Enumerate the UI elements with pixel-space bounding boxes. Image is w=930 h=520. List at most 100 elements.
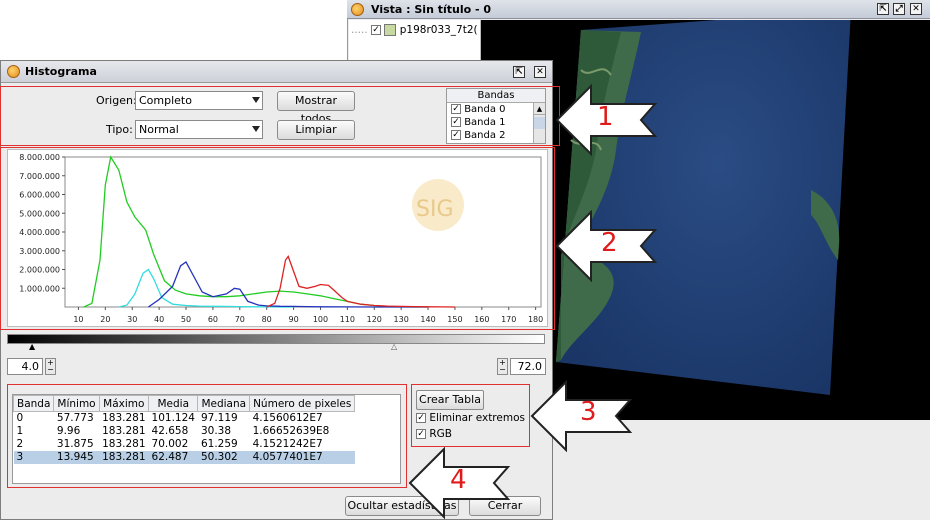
table-row[interactable]: 0 57.773 183.281 101.124 97.119 4.1560612E7: [14, 412, 355, 425]
stats-table: Banda Mínimo Máximo Media Mediana Número de p…: [12, 394, 401, 484]
table-row[interactable]: 2 31.875 183.281 70.002 61.259 4.1521242E7: [14, 438, 355, 451]
callout-number-3: 3: [580, 397, 597, 427]
table-header[interactable]: Media: [148, 395, 199, 412]
x-tick-label: 100: [313, 315, 328, 324]
app-icon: [7, 65, 20, 78]
y-tick-label: 4.000.000: [19, 228, 60, 237]
x-tick-label: 10: [73, 315, 83, 324]
y-tick-label: 1.000.000: [19, 284, 60, 293]
create-table-button[interactable]: Crear Tabla: [416, 390, 484, 410]
min-stepper[interactable]: + −: [45, 358, 56, 375]
table-cell: 42.658: [151, 425, 189, 437]
layer-checkbox[interactable]: ✓: [371, 25, 382, 35]
close-icon[interactable]: ✕: [534, 66, 546, 78]
histogram-plot: SIG 1.000.000 2.000.000 3.000.000 4.000.000 5…: [19, 153, 543, 324]
table-cell: 30.38: [200, 425, 232, 437]
origen-select[interactable]: Completo: [135, 91, 263, 110]
callout-number-2: 2: [601, 228, 618, 258]
table-cell: 97.119: [200, 412, 238, 425]
table-cell: 62.487: [148, 450, 198, 464]
layer-item[interactable]: ..... ✓ p198r033_7t2(: [351, 24, 478, 36]
table-cell: 183.281: [102, 412, 146, 425]
table-header[interactable]: Banda: [12, 395, 55, 412]
table-header[interactable]: Máximo: [98, 395, 150, 412]
x-tick-label: 120: [367, 315, 382, 324]
show-all-button[interactable]: Mostrar todos: [277, 91, 355, 125]
eliminate-extremes-label: Eliminar extremos: [429, 412, 525, 424]
table-header[interactable]: Mediana: [197, 395, 251, 412]
table-cell: 183.281: [99, 450, 149, 464]
range-gradient-bar[interactable]: [7, 334, 545, 344]
maximize-icon[interactable]: ⤢: [893, 3, 905, 15]
band-item-0[interactable]: ✓ Banda 0: [447, 103, 545, 116]
origen-value: Completo: [139, 94, 192, 107]
eliminate-extremes-checkbox[interactable]: ✓ Eliminar extremos: [416, 412, 525, 424]
min-handle-icon[interactable]: ▲: [29, 342, 35, 351]
band-label: Banda 1: [464, 117, 506, 128]
checkbox-icon[interactable]: ✓: [416, 429, 426, 439]
app-icon: [351, 3, 364, 16]
bands-header: Bandas: [447, 89, 545, 103]
plot-area: [64, 156, 542, 308]
rgb-label: RGB: [429, 428, 452, 440]
table-cell: 3: [13, 450, 54, 464]
table-cell: 183.281: [102, 438, 146, 450]
tipo-value: Normal: [139, 123, 179, 136]
x-tick-label: 30: [127, 315, 137, 324]
x-tick-label: 90: [288, 315, 298, 324]
watermark-text: SIG: [416, 197, 454, 222]
x-tick-label: 20: [100, 315, 110, 324]
min-spinner[interactable]: 4.0: [7, 358, 43, 375]
layer-name: p198r033_7t2(: [399, 24, 478, 36]
y-tick-label: 2.000.000: [19, 266, 60, 275]
x-tick-label: 160: [474, 315, 489, 324]
y-tick-label: 5.000.000: [19, 209, 60, 218]
bands-list: Bandas ✓ Banda 0 ✓ Banda 1 ✓ Banda 2 ▲: [446, 88, 546, 144]
band-checkbox[interactable]: ✓: [451, 104, 461, 114]
clear-button[interactable]: Limpiar: [277, 120, 355, 140]
band-checkbox[interactable]: ✓: [451, 117, 461, 127]
y-tick-label: 6.000.000: [19, 191, 60, 200]
table-cell: 101.124: [151, 412, 195, 425]
origen-label: Origen:: [96, 94, 137, 107]
undock-icon[interactable]: ⇱: [513, 66, 525, 78]
rgb-checkbox[interactable]: ✓ RGB: [416, 428, 452, 440]
x-tick-label: 80: [262, 315, 272, 324]
max-spinner[interactable]: 72.0: [510, 358, 546, 375]
raster-layer-icon: [384, 24, 397, 36]
table-header[interactable]: Mínimo: [53, 395, 100, 412]
table-row[interactable]: 1 9.96 183.281 42.658 30.38 1.66652639E8: [14, 425, 355, 438]
x-tick-label: 110: [340, 315, 355, 324]
chevron-down-icon: [252, 126, 260, 132]
table-cell: 0: [16, 412, 24, 425]
band-checkbox[interactable]: ✓: [451, 130, 461, 140]
table-cell: 57.773: [56, 412, 94, 425]
undock-icon[interactable]: ⇱: [877, 3, 889, 15]
x-tick-label: 180: [528, 315, 543, 324]
table-cell: 4.1521242E7: [252, 438, 323, 450]
scroll-thumb[interactable]: [534, 117, 545, 129]
tipo-select[interactable]: Normal: [135, 120, 263, 139]
table-cell: 31.875: [56, 438, 94, 450]
band-label: Banda 2: [464, 130, 506, 141]
close-icon[interactable]: ✕: [910, 3, 922, 15]
table-cell: 13.945: [53, 450, 100, 464]
max-stepper[interactable]: + −: [497, 358, 508, 375]
chevron-down-icon: [252, 97, 260, 103]
x-tick-label: 70: [235, 315, 245, 324]
band-item-1[interactable]: ✓ Banda 1: [447, 116, 545, 129]
scroll-up-icon[interactable]: ▲: [534, 103, 545, 115]
checkbox-icon[interactable]: ✓: [416, 413, 426, 423]
band-label: Banda 0: [464, 104, 506, 115]
vista-titlebar: Vista : Sin título - 0 ⇱ ⤢ ✕: [347, 0, 930, 19]
table-cell: 1.66652639E8: [252, 425, 330, 437]
band-item-2[interactable]: ✓ Banda 2: [447, 129, 545, 142]
table-cell: 4.1560612E7: [252, 412, 323, 425]
table-cell: 70.002: [151, 438, 189, 450]
table-row[interactable]: 3 13.945 183.281 62.487 50.302 4.0577401E7: [13, 450, 355, 464]
table-header[interactable]: Número de pixeles: [249, 395, 356, 412]
table-cell: 9.96: [56, 425, 81, 437]
max-handle-icon[interactable]: △: [391, 342, 397, 351]
bands-scrollbar[interactable]: ▲: [533, 103, 545, 143]
table-cell: 50.302: [197, 450, 250, 464]
